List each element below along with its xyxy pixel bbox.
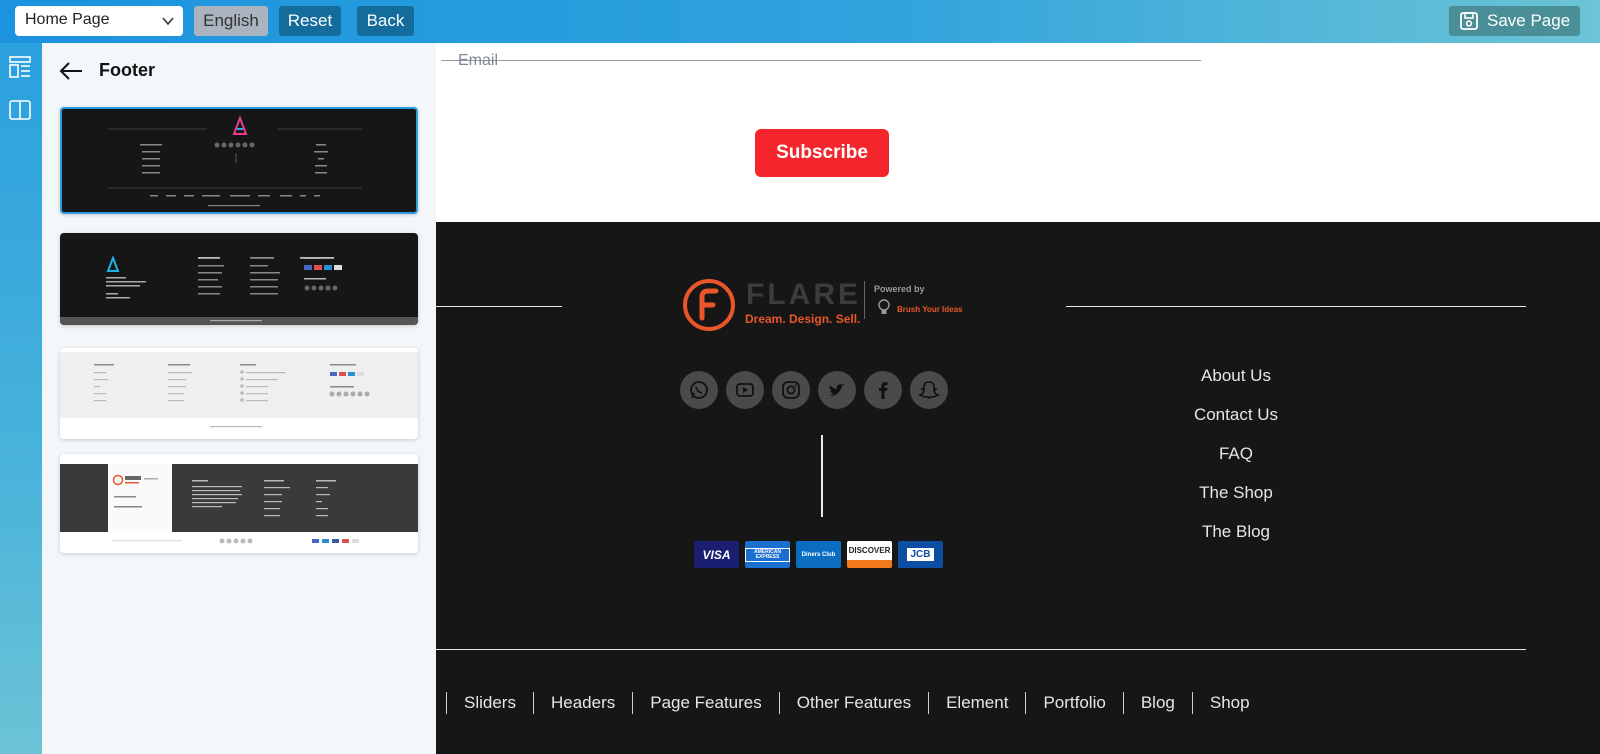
- footer-template-2-preview: [60, 233, 418, 325]
- footer-template-3[interactable]: [60, 348, 418, 439]
- twitter-icon[interactable]: [818, 371, 856, 409]
- powered-by-label: Powered by: [874, 284, 925, 294]
- nav-item-sliders[interactable]: Sliders: [447, 693, 533, 713]
- email-input[interactable]: Email: [441, 52, 1201, 69]
- footer-preview: FLARE Dream. Design. Sell. Powered by Br…: [436, 222, 1600, 754]
- footer-link-the-blog[interactable]: The Blog: [1171, 522, 1301, 561]
- flare-logo-icon: [683, 279, 735, 331]
- lightbulb-icon: [878, 299, 890, 314]
- footer-divider-left: [436, 306, 562, 307]
- page-select-dropdown[interactable]: Home Page: [15, 6, 183, 36]
- footer-link-faq[interactable]: FAQ: [1171, 444, 1301, 483]
- nav-item-element[interactable]: Element: [929, 693, 1025, 713]
- visa-card-icon: VISA: [694, 541, 739, 568]
- footer-divider-right: [1066, 306, 1526, 307]
- logo-separator: [864, 281, 865, 319]
- instagram-icon[interactable]: [772, 371, 810, 409]
- footer-template-2[interactable]: [60, 233, 418, 325]
- page-select-value: Home Page: [25, 11, 110, 28]
- save-page-label: Save Page: [1487, 11, 1571, 30]
- nav-item-blog[interactable]: Blog: [1124, 693, 1192, 713]
- panel-title: Footer: [99, 60, 155, 80]
- payment-methods: VISA AMERICAN EXPRESS Diners Club DISCOV…: [694, 541, 943, 568]
- discover-card-icon: DISCOVER: [847, 541, 892, 568]
- nav-item-page-features[interactable]: Page Features: [633, 693, 779, 713]
- footer-link-contact-us[interactable]: Contact Us: [1171, 405, 1301, 444]
- footer-template-1-preview: [62, 109, 416, 212]
- reset-button[interactable]: Reset: [279, 6, 341, 36]
- arrow-left-icon[interactable]: [58, 58, 84, 84]
- footer-links: About Us Contact Us FAQ The Shop The Blo…: [1171, 366, 1301, 561]
- footer-template-4[interactable]: [60, 454, 418, 553]
- diners-club-card-icon: Diners Club: [796, 541, 841, 568]
- nav-item-other-features[interactable]: Other Features: [780, 693, 928, 713]
- footer-template-1[interactable]: [60, 107, 418, 214]
- layout-icon[interactable]: [8, 55, 32, 79]
- page-preview: Email Subscribe FLARE Dream. Design. Sel…: [436, 43, 1600, 754]
- footer-bottom-nav: Sliders Headers Page Features Other Feat…: [436, 691, 1267, 715]
- nav-item-headers[interactable]: Headers: [534, 693, 632, 713]
- powered-by-brand: Brush Your Ideas: [897, 305, 963, 314]
- facebook-icon[interactable]: [864, 371, 902, 409]
- email-placeholder: Email: [458, 52, 499, 69]
- subscribe-button[interactable]: Subscribe: [755, 129, 889, 177]
- youtube-icon[interactable]: [726, 371, 764, 409]
- save-page-button[interactable]: Save Page: [1449, 6, 1580, 36]
- jcb-card-icon: JCB: [898, 541, 943, 568]
- back-button[interactable]: Back: [357, 6, 414, 36]
- brand-logo: FLARE Dream. Design. Sell. Powered by Br…: [682, 276, 972, 334]
- amex-card-icon: AMERICAN EXPRESS: [745, 541, 790, 568]
- footer-template-4-preview: [60, 454, 418, 553]
- save-icon: [1460, 12, 1478, 30]
- footer-bottom-divider: [436, 649, 1526, 650]
- footer-vertical-divider: [821, 435, 823, 517]
- nav-item-portfolio[interactable]: Portfolio: [1026, 693, 1122, 713]
- brand-name: FLARE: [746, 278, 861, 311]
- columns-icon[interactable]: [8, 98, 32, 122]
- nav-item-shop[interactable]: Shop: [1193, 693, 1267, 713]
- whatsapp-icon[interactable]: [680, 371, 718, 409]
- left-rail: [0, 43, 42, 754]
- footer-link-the-shop[interactable]: The Shop: [1171, 483, 1301, 522]
- snapchat-icon[interactable]: [910, 371, 948, 409]
- chevron-down-icon: [162, 17, 174, 26]
- top-toolbar: Home Page English Reset Back Save Page: [0, 0, 1600, 43]
- brand-tagline: Dream. Design. Sell.: [745, 312, 861, 326]
- footer-template-3-preview: [60, 348, 418, 439]
- footer-templates-panel: Footer: [42, 43, 436, 754]
- social-links: [680, 371, 948, 409]
- footer-link-about-us[interactable]: About Us: [1171, 366, 1301, 405]
- language-button[interactable]: English: [194, 6, 268, 36]
